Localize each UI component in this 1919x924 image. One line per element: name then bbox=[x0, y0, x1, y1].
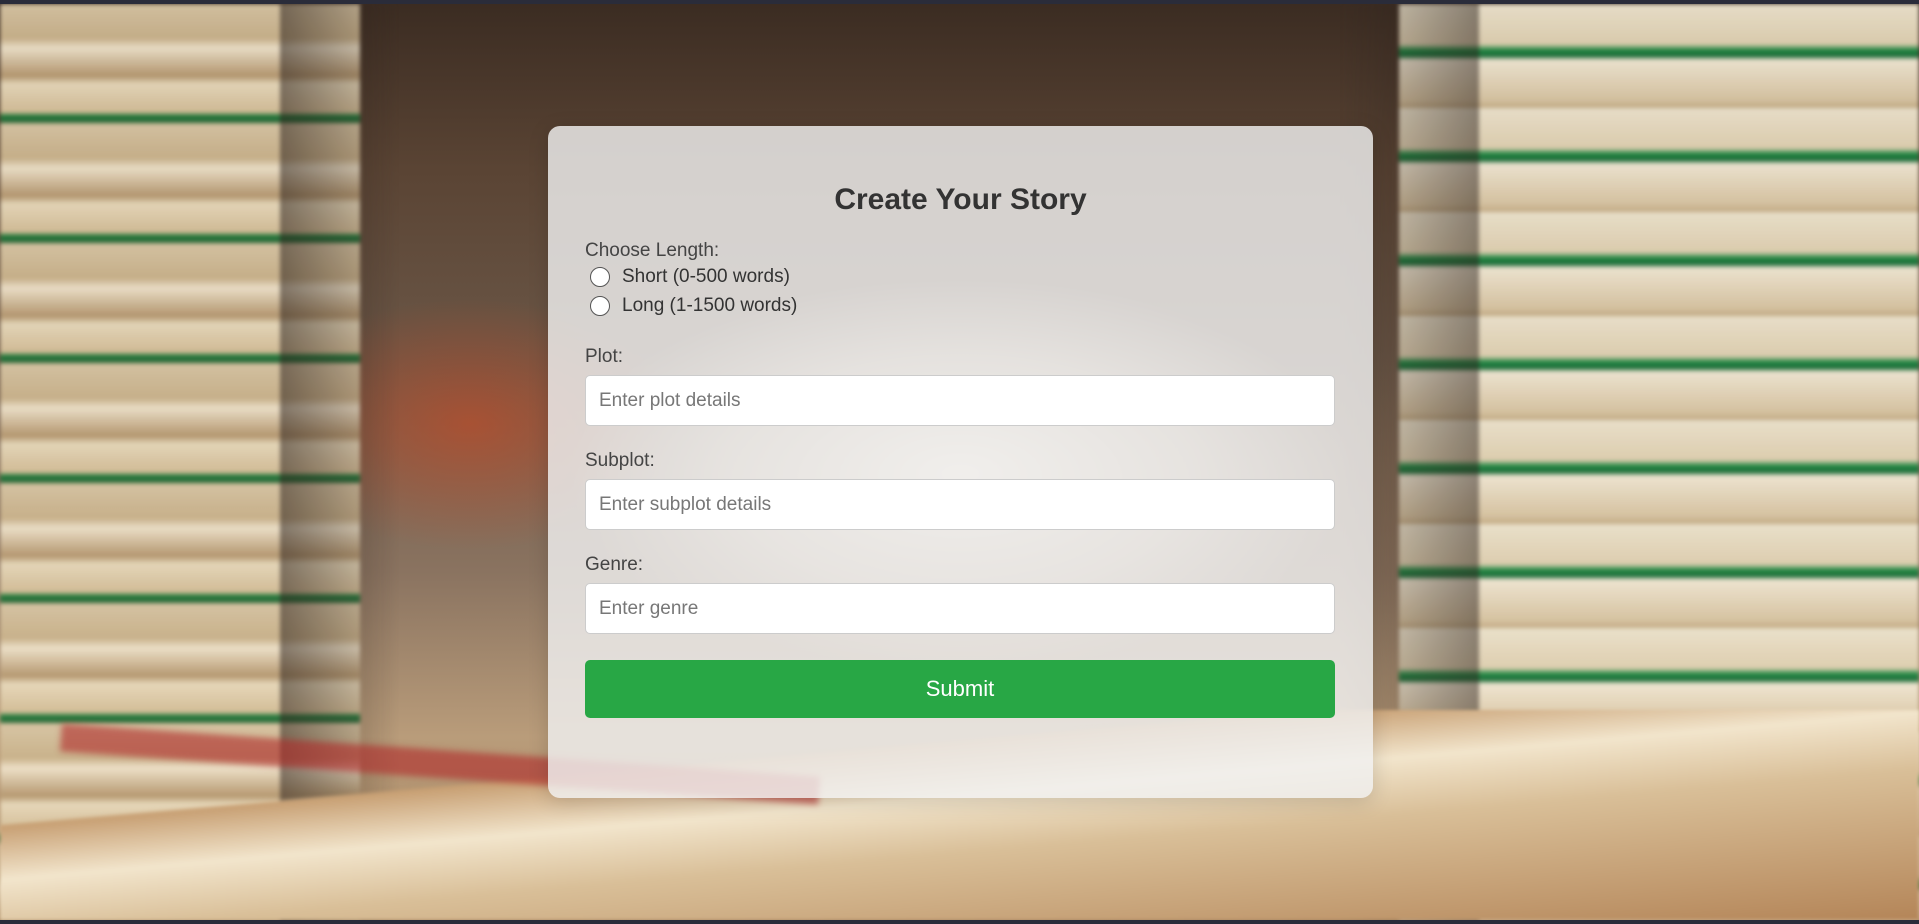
long-option-label: Long (1-1500 words) bbox=[622, 294, 798, 316]
length-option-short[interactable]: Short (0-500 words) bbox=[585, 262, 1336, 291]
length-label: Choose Length: bbox=[585, 240, 720, 261]
form-title: Create Your Story bbox=[834, 183, 1087, 216]
plot-input[interactable] bbox=[585, 375, 1335, 426]
story-form-card: Create Your Story Choose Length: Short (… bbox=[548, 126, 1373, 798]
long-radio-button[interactable] bbox=[590, 295, 610, 316]
short-radio-button[interactable] bbox=[590, 266, 610, 287]
length-option-long[interactable]: Long (1-1500 words) bbox=[585, 291, 1336, 320]
subplot-input[interactable] bbox=[585, 479, 1335, 530]
window-bottom-border bbox=[0, 920, 1919, 924]
short-option-label: Short (0-500 words) bbox=[622, 265, 790, 287]
subplot-label: Subplot: bbox=[585, 450, 655, 471]
submit-button[interactable]: Submit bbox=[585, 660, 1335, 718]
plot-label: Plot: bbox=[585, 346, 624, 367]
genre-label: Genre: bbox=[585, 554, 644, 575]
genre-input[interactable] bbox=[585, 583, 1335, 634]
